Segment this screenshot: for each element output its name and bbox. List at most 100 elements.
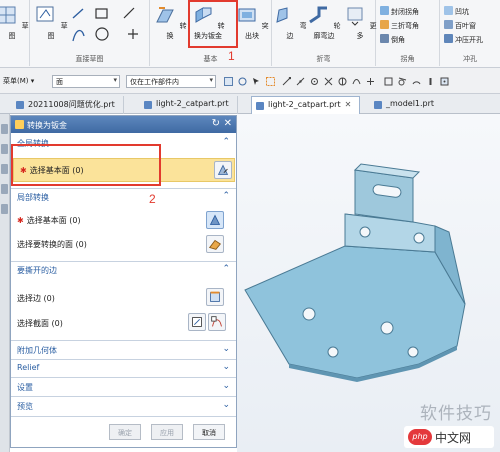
louver-item[interactable]: 百叶窗 bbox=[444, 20, 476, 31]
contour-flange-icon bbox=[309, 6, 328, 24]
intersection-snap-icon[interactable] bbox=[324, 77, 333, 86]
ribbon-group-bend: 弯边 轮廓弯边 更多 折弯 bbox=[272, 0, 378, 66]
watermark-badge: php 中文网 bbox=[404, 426, 494, 448]
center-snap-icon[interactable] bbox=[310, 77, 319, 86]
circle-tool-icon[interactable] bbox=[95, 27, 109, 41]
dimple-item[interactable]: 凹坑 bbox=[444, 6, 469, 17]
collapse-icon: ⌃ bbox=[222, 191, 230, 201]
endpoint-snap-icon[interactable] bbox=[282, 77, 291, 86]
ribbon-group-corner: 封闭拐角 三折弯角 倒角 拐角 bbox=[376, 0, 440, 66]
faces-to-convert-row[interactable]: 选择要转换的面 (0) bbox=[17, 239, 87, 250]
cancel-button[interactable]: 取消 bbox=[193, 424, 225, 440]
ribbon-left-cut: 草图 bbox=[0, 0, 30, 66]
arc-center-icon[interactable] bbox=[412, 77, 421, 86]
point-on-face-icon[interactable] bbox=[440, 77, 449, 86]
expand-icon: ⌄ bbox=[222, 381, 230, 391]
bounding-box-icon[interactable] bbox=[384, 77, 393, 86]
sketch-left-button[interactable]: 草图 bbox=[0, 4, 30, 41]
group-label-corner: 拐角 bbox=[400, 55, 415, 63]
tab-feature-icon bbox=[238, 8, 256, 22]
close-tab-icon[interactable]: ✕ bbox=[345, 100, 352, 109]
select-filter-icon[interactable] bbox=[224, 77, 233, 86]
document-tab-1[interactable]: 20211008问题优化.prt bbox=[12, 96, 124, 114]
section-attach-geometry[interactable]: 附加几何体 ⌄ bbox=[11, 342, 236, 358]
assembly-navigator-icon[interactable] bbox=[1, 144, 8, 154]
ribbon-group-sketch: 草图 直接草图 bbox=[30, 0, 150, 66]
document-tab-3[interactable]: light-2_catpart.prt ✕ bbox=[251, 96, 361, 114]
select-faces-icon[interactable] bbox=[206, 235, 224, 253]
group-label-punch: 冲孔 bbox=[463, 55, 477, 63]
sketch-button[interactable]: 草图 bbox=[33, 4, 69, 41]
type-filter-dropdown[interactable]: 面 bbox=[52, 75, 120, 88]
document-tab-bar: 20211008问题优化.prt light-2_catpart.prt lig… bbox=[0, 94, 500, 114]
rectangle-tool-icon[interactable] bbox=[95, 8, 108, 19]
reset-icon[interactable]: ↻ bbox=[212, 118, 220, 129]
snap-point-icon[interactable] bbox=[238, 77, 247, 86]
annotation-box-1 bbox=[188, 0, 238, 48]
tab-extrude-button[interactable]: 突出块 bbox=[234, 4, 270, 41]
arc-pencil-icon[interactable] bbox=[123, 7, 135, 19]
convert-icon bbox=[156, 7, 175, 23]
three-bend-corner-item[interactable]: 三折弯角 bbox=[380, 20, 419, 31]
part-file-icon bbox=[256, 102, 264, 110]
drawn-cutout-item[interactable]: 冲压开孔 bbox=[444, 34, 483, 45]
section-preview[interactable]: 预览 ⌄ bbox=[11, 398, 236, 414]
section-curve-icon[interactable] bbox=[208, 313, 226, 331]
apply-button[interactable]: 应用 bbox=[151, 424, 183, 440]
select-face-icon[interactable] bbox=[206, 211, 224, 229]
tangent-snap-icon[interactable] bbox=[398, 77, 407, 86]
selection-bar: 菜单(M) ▾ 面 仅在工作部件内 bbox=[0, 68, 500, 94]
three-bend-corner-icon bbox=[380, 20, 389, 29]
collapse-icon: ⌃ bbox=[222, 137, 230, 147]
flange-button[interactable]: 弯边 bbox=[272, 4, 308, 41]
select-section-row[interactable]: 选择截面 (0) bbox=[17, 318, 63, 329]
quadrant-snap-icon[interactable] bbox=[338, 77, 347, 86]
part-file-icon bbox=[144, 101, 152, 109]
part-file-icon bbox=[16, 101, 24, 109]
chamfer-item[interactable]: 倒角 bbox=[380, 34, 405, 45]
watermark-text: 软件技巧 bbox=[420, 404, 492, 424]
midpoint-snap-icon[interactable] bbox=[296, 77, 305, 86]
ok-button[interactable]: 确定 bbox=[109, 424, 141, 440]
annotation-box-2 bbox=[11, 144, 161, 186]
document-tab-4[interactable]: _model1.prt bbox=[370, 96, 442, 114]
part-navigator-icon[interactable] bbox=[1, 124, 8, 134]
more-button[interactable]: 更多 bbox=[342, 4, 378, 41]
more-icon bbox=[347, 7, 363, 26]
cursor-icon[interactable] bbox=[252, 77, 261, 86]
closed-corner-item[interactable]: 封闭拐角 bbox=[380, 6, 419, 17]
select-edge-icon[interactable] bbox=[206, 288, 224, 306]
grid-icon bbox=[0, 6, 16, 24]
history-icon[interactable] bbox=[1, 184, 8, 194]
local-base-face-row[interactable]: ✱ 选择基本面 (0) bbox=[17, 215, 81, 226]
dialog-title: 转换为钣金 bbox=[27, 121, 67, 130]
section-sketch-icon[interactable] bbox=[188, 313, 206, 331]
select-edge-row[interactable]: 选择边 (0) bbox=[17, 293, 55, 304]
constraint-navigator-icon[interactable] bbox=[1, 164, 8, 174]
section-relief[interactable]: Relief ⌄ bbox=[11, 360, 236, 376]
sketch-tools bbox=[72, 7, 138, 42]
reuse-library-icon[interactable] bbox=[1, 204, 8, 214]
section-rip-edges[interactable]: 要撕开的边 ⌃ bbox=[11, 262, 236, 278]
close-icon[interactable]: ✕ bbox=[224, 118, 232, 129]
chamfer-icon bbox=[380, 34, 389, 43]
required-star-icon: ✱ bbox=[17, 216, 24, 225]
existing-point-icon[interactable] bbox=[366, 77, 375, 86]
section-settings[interactable]: 设置 ⌄ bbox=[11, 379, 236, 395]
expand-icon: ⌄ bbox=[222, 344, 230, 354]
convert-button[interactable]: 转换 bbox=[152, 4, 188, 41]
section-local[interactable]: 局部转换 ⌃ bbox=[11, 189, 236, 205]
contour-flange-button[interactable]: 轮廓弯边 bbox=[306, 4, 342, 41]
group-label-basic: 基本 bbox=[203, 55, 218, 63]
pole-snap-icon[interactable] bbox=[426, 77, 435, 86]
point-on-curve-icon[interactable] bbox=[352, 77, 361, 86]
expand-icon: ⌄ bbox=[222, 400, 230, 410]
line-tool-icon[interactable] bbox=[72, 8, 84, 19]
document-tab-2[interactable]: light-2_catpart.prt bbox=[140, 96, 238, 114]
box-select-icon[interactable] bbox=[266, 77, 275, 86]
menu-dropdown[interactable]: 菜单(M) ▾ bbox=[3, 76, 34, 86]
select-face-icon[interactable] bbox=[214, 161, 232, 179]
point-tool-icon[interactable] bbox=[128, 29, 138, 39]
scope-dropdown[interactable]: 仅在工作部件内 bbox=[126, 75, 216, 88]
spline-tool-icon[interactable] bbox=[72, 29, 85, 42]
